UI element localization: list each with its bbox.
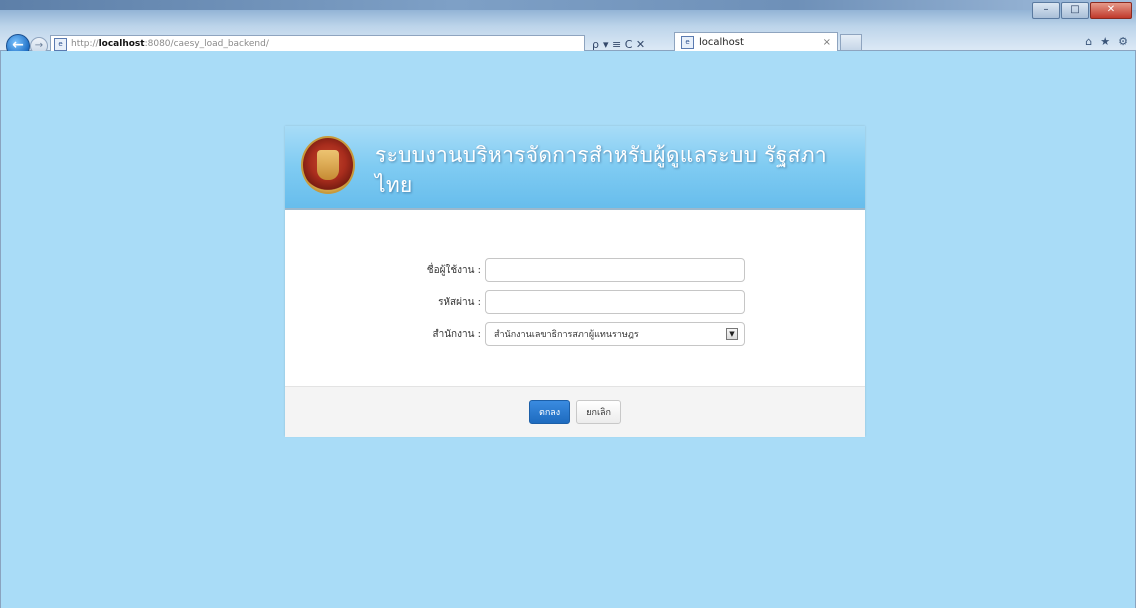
browser-chrome: – □ ✕ ← → e http://localhost:8080/caesy_… xyxy=(0,0,1136,58)
url-host: localhost xyxy=(98,39,145,49)
password-input[interactable] xyxy=(485,290,745,314)
tab-close-icon[interactable]: × xyxy=(823,37,831,48)
login-panel: ระบบงานบริหารจัดการสำหรับผู้ดูแลระบบ รัฐ… xyxy=(285,126,865,437)
toolbar-icons: ⌂ ★ ⚙ xyxy=(1085,35,1128,48)
close-window-button[interactable]: ✕ xyxy=(1090,2,1132,19)
browser-tab[interactable]: e localhost × xyxy=(674,32,838,52)
office-select[interactable]: สำนักงานเลขาธิการสภาผู้แทนราษฎร ▼ xyxy=(485,322,745,346)
office-label: สำนักงาน : xyxy=(432,328,482,340)
settings-gear-icon[interactable]: ⚙ xyxy=(1118,35,1128,48)
home-icon[interactable]: ⌂ xyxy=(1085,35,1092,48)
favorites-star-icon[interactable]: ★ xyxy=(1100,35,1110,48)
cancel-button[interactable]: ยกเลิก xyxy=(576,400,621,424)
username-input[interactable] xyxy=(485,258,745,282)
tab-favicon-icon: e xyxy=(681,36,694,49)
url-path: :8080/caesy_load_backend/ xyxy=(144,39,269,49)
tab-title: localhost xyxy=(699,37,744,48)
url-text: http://localhost:8080/caesy_load_backend… xyxy=(71,39,269,49)
page-viewport: ระบบงานบริหารจัดการสำหรับผู้ดูแลระบบ รัฐ… xyxy=(0,51,1136,608)
emblem-center-icon xyxy=(317,150,339,180)
office-row: สำนักงาน : สำนักงานเลขาธิการสภาผู้แทนราษ… xyxy=(285,322,745,346)
maximize-button[interactable]: □ xyxy=(1061,2,1089,19)
username-label: ชื่อผู้ใช้งาน : xyxy=(426,264,481,276)
window-title-bar xyxy=(0,0,1136,10)
new-tab-button[interactable] xyxy=(840,34,862,51)
search-icon[interactable]: ρ xyxy=(592,38,599,51)
ok-button[interactable]: ตกลง xyxy=(529,400,571,424)
minimize-button[interactable]: – xyxy=(1032,2,1060,19)
username-row: ชื่อผู้ใช้งาน : xyxy=(285,258,745,282)
compat-refresh-stop-icons[interactable]: ▾ ≡ C ✕ xyxy=(603,38,645,51)
url-prefix: http:// xyxy=(71,39,99,49)
password-row: รหัสผ่าน : xyxy=(285,290,745,314)
login-actions: ตกลง ยกเลิก xyxy=(285,386,865,437)
parliament-emblem-icon xyxy=(301,136,355,194)
page-title: ระบบงานบริหารจัดการสำหรับผู้ดูแลระบบ รัฐ… xyxy=(375,143,827,197)
dropdown-arrow-icon[interactable]: ▼ xyxy=(726,328,738,340)
window-controls: – □ ✕ xyxy=(1032,2,1132,19)
office-selected-value: สำนักงานเลขาธิการสภาผู้แทนราษฎร xyxy=(494,330,639,340)
password-label: รหัสผ่าน : xyxy=(438,296,481,308)
login-header: ระบบงานบริหารจัดการสำหรับผู้ดูแลระบบ รัฐ… xyxy=(285,126,865,210)
login-form: ชื่อผู้ใช้งาน : รหัสผ่าน : สำนักงาน : สำ… xyxy=(285,210,865,386)
page-favicon-icon: e xyxy=(54,37,67,51)
